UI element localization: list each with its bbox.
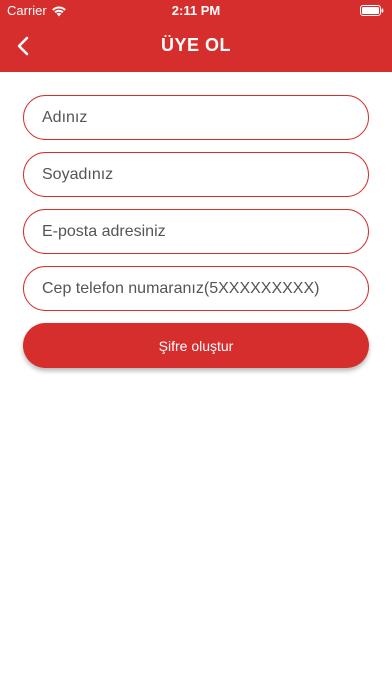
phone-input[interactable] bbox=[42, 279, 350, 298]
status-bar: Carrier 2:11 PM bbox=[0, 0, 392, 22]
last-name-field-wrapper bbox=[23, 152, 369, 197]
create-password-button[interactable]: Şifre oluştur bbox=[23, 323, 369, 368]
email-field-wrapper bbox=[23, 209, 369, 254]
email-input[interactable] bbox=[42, 222, 350, 241]
last-name-input[interactable] bbox=[42, 165, 350, 184]
page-title: ÜYE OL bbox=[160, 35, 231, 55]
app-header: Carrier 2:11 PM ÜYE OL bbox=[0, 0, 392, 72]
nav-bar: ÜYE OL bbox=[0, 22, 392, 72]
battery-icon bbox=[360, 5, 384, 16]
first-name-field-wrapper bbox=[23, 95, 369, 140]
status-time: 2:11 PM bbox=[171, 3, 221, 18]
signup-form: Şifre oluştur bbox=[23, 95, 369, 368]
phone-field-wrapper bbox=[23, 266, 369, 311]
first-name-input[interactable] bbox=[42, 108, 350, 127]
